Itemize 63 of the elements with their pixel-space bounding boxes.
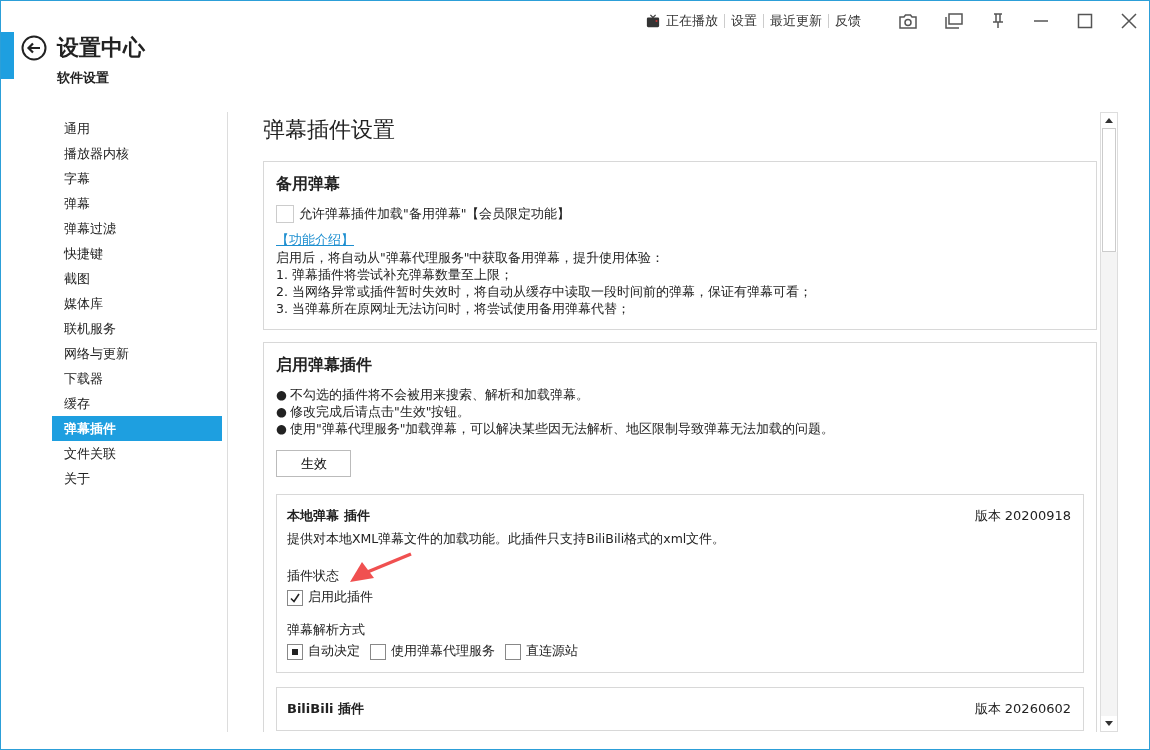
plugin-version: 版本 20260602 <box>974 700 1071 718</box>
bullet-mark: ● <box>276 403 287 420</box>
top-link[interactable]: 设置 <box>731 12 757 30</box>
bullet-mark: ● <box>276 420 287 437</box>
checkbox[interactable] <box>276 205 294 223</box>
sidebar-item[interactable]: 截图 <box>52 266 222 291</box>
sidebar-item[interactable]: 通用 <box>52 116 222 141</box>
sidebar-item[interactable]: 文件关联 <box>52 441 222 466</box>
option-label: 使用弹幕代理服务 <box>391 643 495 660</box>
bullet-text: 使用"弹幕代理服务"加载弹幕，可以解决某些因无法解析、地区限制导致弹幕无法加载的问题。 <box>289 420 835 437</box>
sidebar-item[interactable]: 弹幕 <box>52 191 222 216</box>
sidebar-item[interactable]: 媒体库 <box>52 291 222 316</box>
card-title: 启用弹幕插件 <box>276 355 373 376</box>
apply-button[interactable]: 生效 <box>276 450 351 477</box>
scroll-down-icon[interactable] <box>1105 721 1113 726</box>
page-heading: 设置中心 <box>57 34 145 62</box>
plugin-name: 本地弹幕 插件 <box>287 507 370 525</box>
scrollbar-thumb[interactable] <box>1102 128 1116 252</box>
back-icon[interactable] <box>21 35 47 61</box>
checkbox-label: 启用此插件 <box>308 589 373 606</box>
plugin-version: 版本 20200918 <box>974 507 1071 525</box>
option-box[interactable] <box>287 643 303 660</box>
top-link[interactable]: 反馈 <box>835 12 861 30</box>
bullet-text: 修改完成后请点击"生效"按钮。 <box>289 403 471 420</box>
sidebar-item[interactable]: 联机服务 <box>52 316 222 341</box>
top-link[interactable]: 正在播放 <box>666 12 718 30</box>
tv-icon[interactable] <box>646 14 660 28</box>
description-text: 3. 当弹幕所在原网址无法访问时，将尝试使用备用弹幕代替； <box>276 300 631 317</box>
scrollbar[interactable] <box>1100 112 1118 732</box>
plugin-name: BiliBili 插件 <box>287 700 365 718</box>
checkbox[interactable] <box>287 589 303 606</box>
sidebar-item[interactable]: 字幕 <box>52 166 222 191</box>
description-text: 1. 弹幕插件将尝试补充弹幕数量至上限； <box>276 266 514 283</box>
field-label: 插件状态 <box>287 568 340 585</box>
bullet-mark: ● <box>276 386 287 403</box>
option-label: 自动决定 <box>308 643 360 660</box>
option-label: 直连源站 <box>526 643 578 660</box>
bullet-text: 不勾选的插件将不会被用来搜索、解析和加载弹幕。 <box>289 386 589 403</box>
sidebar-item[interactable]: 快捷键 <box>52 241 222 266</box>
pin-icon[interactable] <box>991 13 1005 29</box>
camera-icon[interactable] <box>899 13 917 29</box>
sidebar-item[interactable]: 网络与更新 <box>52 341 222 366</box>
card-title: 备用弹幕 <box>276 174 341 195</box>
description-text: 启用后，将自动从"弹幕代理服务"中获取备用弹幕，提升使用体验： <box>276 249 666 266</box>
scroll-up-icon[interactable] <box>1105 118 1113 123</box>
sidebar-item[interactable]: 关于 <box>52 466 222 491</box>
plugin-description: 提供对本地XML弹幕文件的加载功能。此插件只支持BiliBili格式的xml文件。 <box>287 531 727 548</box>
windows-icon[interactable] <box>945 13 963 29</box>
section-title: 弹幕插件设置 <box>263 116 396 144</box>
window-accent <box>1 32 14 79</box>
top-link[interactable]: 最近更新 <box>770 12 822 30</box>
sidebar-item[interactable]: 弹幕过滤 <box>52 216 222 241</box>
checkbox-label: 允许弹幕插件加载"备用弹幕"【会员限定功能】 <box>299 205 571 223</box>
close-icon[interactable] <box>1121 13 1137 29</box>
field-label: 弹幕解析方式 <box>287 622 366 639</box>
sidebar-item[interactable]: 缓存 <box>52 391 222 416</box>
description-text: 2. 当网络异常或插件暂时失效时，将自动从缓存中读取一段时间前的弹幕，保证有弹幕可看； <box>276 283 813 300</box>
feature-link[interactable]: 【功能介绍】 <box>276 232 354 249</box>
page-subtitle: 软件设置 <box>57 69 110 87</box>
annotation-arrow <box>349 552 413 584</box>
sidebar-item[interactable]: 下载器 <box>52 366 222 391</box>
maximize-icon[interactable] <box>1077 13 1093 29</box>
sidebar-item[interactable]: 播放器内核 <box>52 141 222 166</box>
